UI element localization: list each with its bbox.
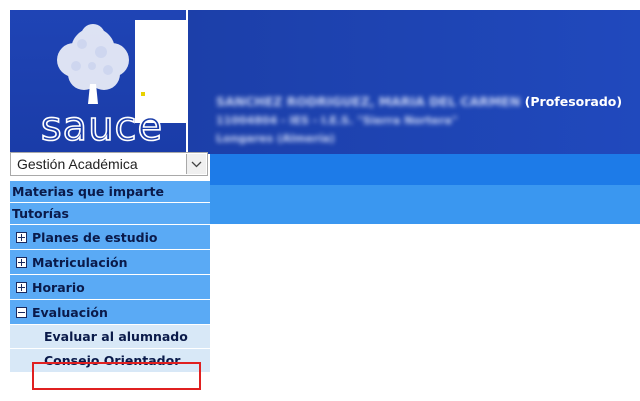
user-role: (Profesorado) — [524, 94, 623, 109]
menu-item-label: Consejo Orientador — [44, 353, 181, 368]
menu-item-label: Evaluación — [32, 304, 108, 320]
user-name: SANCHEZ RODRIGUEZ, MARIA DEL CARMEN — [216, 94, 521, 109]
menu-item-label: Horario — [32, 279, 85, 295]
top-nav-bar — [210, 154, 640, 185]
header-banner: SANCHEZ RODRIGUEZ, MARIA DEL CARMEN (Pro… — [188, 10, 640, 154]
expand-plus-icon[interactable] — [16, 281, 27, 293]
menu-item-tutorias[interactable]: Tutorías — [10, 202, 210, 224]
menu-item-evaluar-alumnado[interactable]: Evaluar al alumnado — [10, 324, 210, 348]
collapse-minus-icon[interactable] — [16, 306, 27, 318]
tree-icon — [57, 24, 129, 104]
logo-accent — [141, 92, 145, 96]
menu-item-label: Planes de estudio — [32, 229, 158, 245]
user-info-line: SANCHEZ RODRIGUEZ, MARIA DEL CARMEN (Pro… — [216, 94, 622, 109]
menu-item-label: Materias que imparte — [12, 184, 164, 199]
chevron-down-icon[interactable] — [186, 154, 206, 174]
sidebar: sauce Gestión Académica Materias que imp… — [0, 0, 210, 401]
expand-plus-icon[interactable] — [16, 256, 27, 268]
module-select[interactable]: Gestión Académica — [10, 152, 208, 176]
menu-item-planes[interactable]: Planes de estudio — [10, 224, 210, 249]
menu-item-label: Evaluar al alumnado — [44, 329, 188, 344]
menu-item-label: Matriculación — [32, 254, 128, 270]
location-info: Longares (Almería) — [216, 132, 335, 145]
logo-text: sauce — [40, 103, 164, 151]
menu-item-materias[interactable]: Materias que imparte — [10, 180, 210, 202]
menu-item-matriculacion[interactable]: Matriculación — [10, 249, 210, 274]
expand-plus-icon[interactable] — [16, 231, 27, 243]
sauce-logo[interactable]: sauce — [10, 10, 186, 154]
menu-item-evaluacion[interactable]: Evaluación — [10, 299, 210, 324]
menu-item-label: Tutorías — [12, 206, 69, 221]
menu-item-horario[interactable]: Horario — [10, 274, 210, 299]
secondary-nav-bar — [210, 185, 640, 224]
module-select-value: Gestión Académica — [17, 156, 138, 172]
divider — [186, 10, 188, 154]
app-window: SANCHEZ RODRIGUEZ, MARIA DEL CARMEN (Pro… — [0, 0, 640, 401]
sidebar-menu: Materias que imparte Tutorías Planes de … — [10, 180, 210, 372]
center-info: 11004804 - IES - I.E.S. "Sierra Nortera" — [216, 114, 458, 127]
menu-item-consejo-orientador[interactable]: Consejo Orientador — [10, 348, 210, 372]
